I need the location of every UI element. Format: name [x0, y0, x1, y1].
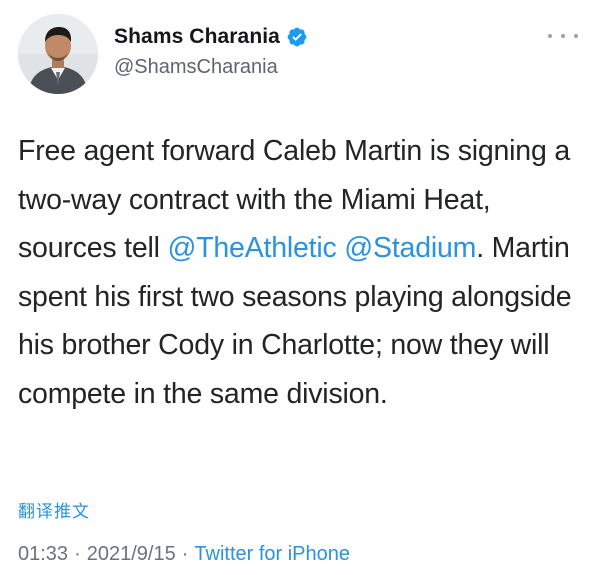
tweet-source-link[interactable]: Twitter for iPhone: [194, 543, 350, 565]
display-name[interactable]: Shams Charania: [114, 25, 280, 49]
meta-separator: ·: [74, 543, 81, 565]
tweet-header: Shams Charania @ShamsCharania: [16, 12, 584, 96]
author-handle[interactable]: @ShamsCharania: [114, 56, 308, 79]
more-options-icon[interactable]: [548, 26, 578, 46]
mention-link-theathletic[interactable]: @TheAthletic: [167, 232, 336, 264]
more-dot: [574, 34, 578, 38]
tweet-card: Shams Charania @ShamsCharania Free agent…: [0, 0, 600, 575]
tweet-time: 01:33: [18, 543, 69, 565]
mention-link-stadium[interactable]: @Stadium: [344, 232, 476, 264]
avatar[interactable]: [18, 14, 98, 94]
meta-separator: ·: [181, 543, 189, 565]
tweet-text: Free agent forward Caleb Martin is signi…: [18, 127, 584, 418]
translate-tweet-link[interactable]: 翻译推文: [18, 497, 90, 522]
more-dot: [561, 34, 565, 38]
more-dot: [548, 34, 552, 38]
verified-badge-icon: [286, 26, 308, 48]
display-name-row: Shams Charania: [114, 22, 308, 52]
author-names: Shams Charania @ShamsCharania: [114, 22, 308, 79]
tweet-meta: 01:33 · 2021/9/15 · Twitter for iPhone: [18, 543, 350, 566]
profile-photo-icon: [18, 14, 98, 94]
tweet-date: 2021/9/15: [86, 543, 176, 565]
